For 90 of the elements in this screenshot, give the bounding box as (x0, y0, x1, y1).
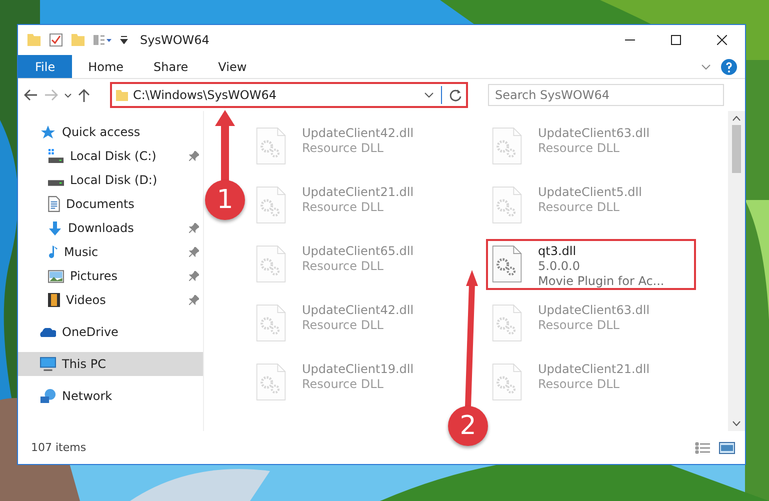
file-name: UpdateClient63.dll (538, 303, 650, 318)
gear-file-icon (492, 303, 522, 343)
file-detail: Resource DLL (302, 141, 384, 156)
pin-icon (189, 151, 199, 161)
file-name: UpdateClient21.dll (302, 185, 414, 200)
address-path: C:\Windows\SysWOW64 (133, 88, 278, 102)
film-icon (48, 293, 60, 307)
address-field[interactable]: C:\Windows\SysWOW64 (110, 82, 468, 108)
star-icon (40, 124, 56, 140)
file-name: UpdateClient5.dll (538, 185, 642, 200)
file-name: qt3.dll (538, 244, 578, 259)
file-detail: Resource DLL (538, 200, 620, 215)
annotation-arrow (215, 110, 235, 182)
dropdown-caret-icon[interactable] (424, 92, 434, 98)
file-detail: Resource DLL (302, 200, 384, 215)
file-name: UpdateClient42.dll (302, 303, 414, 318)
file-detail: Resource DLL (302, 318, 384, 333)
sidebar-item[interactable]: Pictures (18, 264, 203, 288)
file-name: UpdateClient19.dll (302, 362, 414, 377)
file-name: UpdateClient42.dll (302, 126, 414, 141)
file-detail: Resource DLL (538, 318, 620, 333)
properties-icon[interactable] (49, 33, 63, 47)
ribbon-tab[interactable]: Home (74, 55, 138, 78)
file-detail: Movie Plugin for Ac... (538, 274, 664, 289)
file-name: UpdateClient65.dll (302, 244, 414, 259)
view-options-icon[interactable] (93, 35, 112, 45)
sidebar-item[interactable]: Videos (18, 288, 203, 312)
computer-icon (40, 357, 56, 371)
large-icons-view-icon[interactable] (719, 442, 735, 454)
scroll-down-icon[interactable] (732, 421, 741, 426)
folder-icon (116, 90, 128, 100)
sidebar-item[interactable]: Network (18, 384, 203, 408)
gear-file-icon (256, 303, 286, 343)
chevron-icon[interactable] (701, 64, 711, 70)
gear-file-icon (492, 244, 522, 284)
cloud-icon (40, 328, 56, 336)
drive-icon (48, 180, 64, 186)
sidebar-item[interactable]: Local Disk (D:) (18, 168, 203, 192)
gear-file-icon (256, 244, 286, 284)
sidebar-item[interactable]: Downloads (18, 216, 203, 240)
window-title: SysWOW64 (140, 33, 210, 47)
document-icon (48, 196, 60, 212)
sidebar-item[interactable]: Quick access (18, 120, 203, 144)
scrollbar[interactable] (728, 111, 745, 431)
caret-icon[interactable] (64, 92, 72, 98)
details-view-icon[interactable] (695, 442, 711, 454)
file-name: UpdateClient21.dll (538, 362, 650, 377)
caret-icon[interactable] (120, 36, 128, 44)
gear-file-icon (256, 126, 286, 166)
music-note-icon (48, 244, 58, 260)
gear-file-icon (256, 185, 286, 225)
file-name: UpdateClient63.dll (538, 126, 650, 141)
file-detail: Resource DLL (538, 141, 620, 156)
pin-icon (189, 271, 199, 281)
item-count: 107 items (31, 441, 86, 454)
ribbon-tab[interactable]: Share (140, 55, 202, 78)
sidebar-item[interactable]: OneDrive (18, 320, 203, 344)
maximize-icon (671, 35, 681, 45)
ribbon-tab[interactable]: View (204, 55, 261, 78)
close-icon (717, 35, 727, 45)
gear-file-icon (492, 185, 522, 225)
file-item[interactable]: qt3.dll 5.0.0.0 Movie Plugin for Ac... (486, 239, 696, 290)
ribbon-tab[interactable]: File (18, 55, 72, 78)
drive-icon (48, 149, 64, 163)
file-detail: 5.0.0.0 (538, 259, 581, 274)
search-field[interactable]: Search SysWOW64 (488, 84, 724, 106)
scroll-up-icon[interactable] (732, 116, 741, 121)
gear-file-icon (256, 362, 286, 402)
network-icon (40, 389, 56, 403)
sidebar-item[interactable]: This PC (18, 352, 203, 376)
gear-file-icon (492, 362, 522, 402)
sidebar-item[interactable]: Local Disk (C:) (18, 144, 203, 168)
file-detail: Resource DLL (538, 377, 620, 392)
pin-icon (189, 223, 199, 233)
up-arrow-icon[interactable] (78, 88, 90, 102)
back-arrow-icon[interactable] (24, 89, 38, 101)
download-icon (48, 220, 62, 236)
pin-icon (189, 247, 199, 257)
scroll-thumb[interactable] (732, 125, 741, 173)
sidebar-item[interactable]: Documents (18, 192, 203, 216)
minimize-icon (625, 39, 635, 41)
help-icon[interactable] (721, 58, 737, 74)
pin-icon (189, 295, 199, 305)
file-detail: Resource DLL (302, 259, 384, 274)
picture-icon (48, 270, 64, 282)
gear-file-icon (492, 126, 522, 166)
file-detail: Resource DLL (302, 377, 384, 392)
sidebar-item[interactable]: Music (18, 240, 203, 264)
refresh-icon[interactable] (449, 88, 462, 102)
folder-icon (27, 34, 41, 46)
